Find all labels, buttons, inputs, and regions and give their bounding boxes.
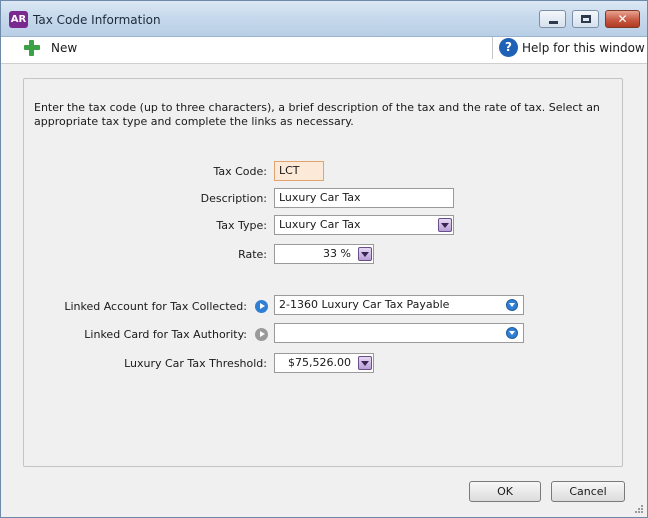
linked-account-value: 2-1360 Luxury Car Tax Payable [279, 298, 450, 311]
tax-code-input[interactable]: LCT [274, 161, 324, 181]
title-bar[interactable]: AR Tax Code Information ✕ [1, 1, 647, 37]
rate-dropdown-icon[interactable] [358, 247, 372, 261]
toolbar-separator [492, 37, 493, 59]
plus-icon [23, 39, 41, 57]
dialog-body: Enter the tax code (up to three characte… [1, 63, 647, 517]
description-input[interactable]: Luxury Car Tax [274, 188, 454, 208]
tax-type-select[interactable]: Luxury Car Tax [274, 215, 454, 235]
rate-label: Rate: [238, 248, 267, 261]
linked-account-lookup-icon[interactable] [506, 299, 518, 311]
minimize-icon [549, 21, 558, 24]
linked-card-lookup-icon[interactable] [506, 327, 518, 339]
resize-grip-icon[interactable] [633, 503, 645, 515]
linked-card-label: Linked Card for Tax Authority: [84, 328, 247, 341]
help-icon: ? [499, 38, 518, 57]
app-logo-icon: AR [9, 11, 28, 28]
minimize-button[interactable] [539, 10, 566, 28]
close-button[interactable]: ✕ [605, 10, 640, 28]
new-button[interactable]: New [23, 39, 83, 57]
tax-type-label: Tax Type: [216, 219, 267, 232]
linked-account-zoom-arrow-icon[interactable] [255, 300, 268, 313]
description-label: Description: [200, 192, 267, 205]
tax-type-dropdown-icon[interactable] [438, 218, 452, 232]
instructions-text: Enter the tax code (up to three characte… [34, 101, 600, 128]
tax-code-label: Tax Code: [213, 165, 267, 178]
new-label: New [51, 41, 78, 55]
form-panel: Enter the tax code (up to three characte… [23, 78, 623, 467]
maximize-icon [581, 15, 591, 23]
close-icon: ✕ [617, 12, 628, 26]
linked-account-label: Linked Account for Tax Collected: [64, 300, 247, 313]
toolbar: New ? Help for this window [1, 37, 647, 59]
help-label: Help for this window [522, 41, 645, 55]
linked-account-input[interactable]: 2-1360 Luxury Car Tax Payable [274, 295, 524, 315]
linked-card-input[interactable] [274, 323, 524, 343]
linked-card-zoom-arrow-icon[interactable] [255, 328, 268, 341]
ok-button[interactable]: OK [469, 481, 541, 502]
threshold-dropdown-icon[interactable] [358, 356, 372, 370]
maximize-button[interactable] [572, 10, 599, 28]
help-button[interactable]: ? Help for this window [499, 38, 645, 58]
window-title: Tax Code Information [33, 13, 161, 27]
tax-type-value: Luxury Car Tax [279, 218, 361, 231]
threshold-label: Luxury Car Tax Threshold: [124, 357, 267, 370]
cancel-button[interactable]: Cancel [551, 481, 625, 502]
tax-code-information-window: AR Tax Code Information ✕ New ? Help for… [0, 0, 648, 518]
